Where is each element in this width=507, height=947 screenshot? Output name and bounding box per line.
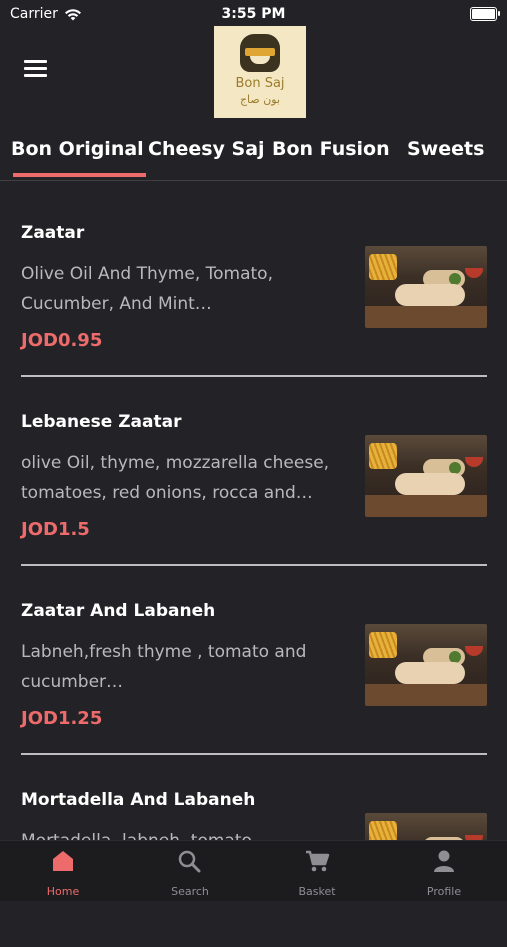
tab-home-label: Home <box>46 885 80 898</box>
divider <box>21 564 487 566</box>
item-photo <box>365 624 487 706</box>
item-description: Olive Oil And Thyme, Tomato, Cucumber, A… <box>21 264 273 314</box>
home-icon <box>53 851 73 871</box>
divider <box>21 753 487 755</box>
item-photo <box>365 246 487 328</box>
tab-profile-label: Profile <box>426 885 462 898</box>
clock: 3:55 PM <box>221 6 286 22</box>
menu-icon-bar <box>24 67 47 70</box>
basket-icon <box>306 850 330 872</box>
category-tabs: Bon Original Cheesy Saj Bon Fusion Sweet… <box>0 128 507 181</box>
menu-item[interactable]: Lebanese Zaatar olive Oil, thyme, mozzar… <box>0 379 507 569</box>
tab-search-label: Search <box>171 885 209 898</box>
tab-home[interactable]: Home <box>0 841 126 901</box>
menu-icon-bar <box>24 60 47 63</box>
tab-sweets[interactable]: Sweets <box>407 138 484 160</box>
tab-profile[interactable]: Profile <box>381 841 507 901</box>
status-bar: Carrier 3:55 PM <box>0 0 507 28</box>
tab-bon-original[interactable]: Bon Original <box>11 138 146 177</box>
menu-button[interactable] <box>24 60 47 80</box>
divider <box>21 375 487 377</box>
item-price: JOD1.5 <box>21 519 90 540</box>
item-price: JOD0.95 <box>21 330 103 351</box>
item-name: Zaatar And Labaneh <box>21 601 216 621</box>
menu-item[interactable]: Zaatar And Labaneh Labneh,fresh thyme , … <box>0 568 507 758</box>
brand-logo: Bon Saj بون صاج <box>214 26 306 118</box>
item-description: olive Oil, thyme, mozzarella cheese, tom… <box>21 453 330 503</box>
profile-icon <box>434 850 454 872</box>
logo-text-en: Bon Saj <box>235 76 285 91</box>
item-photo <box>365 435 487 517</box>
logo-band <box>245 48 275 56</box>
tab-search[interactable]: Search <box>127 841 253 901</box>
tab-basket-label: Basket <box>298 885 336 898</box>
logo-text-ar: بون صاج <box>239 93 281 106</box>
menu-item[interactable]: Zaatar Olive Oil And Thyme, Tomato, Cucu… <box>0 190 507 380</box>
item-name: Zaatar <box>21 223 85 243</box>
menu-icon-bar <box>24 74 47 77</box>
tab-basket[interactable]: Basket <box>254 841 380 901</box>
battery-icon <box>470 7 500 21</box>
search-icon <box>178 850 201 873</box>
item-price: JOD1.25 <box>21 708 103 729</box>
bottom-tab-bar: Home Search Basket Profile <box>0 840 507 901</box>
item-name: Lebanese Zaatar <box>21 412 182 432</box>
tab-bon-fusion[interactable]: Bon Fusion <box>272 138 390 160</box>
item-name: Mortadella And Labaneh <box>21 790 256 810</box>
item-description: Labneh,fresh thyme , tomato and cucumber… <box>21 642 307 692</box>
tab-cheesy-saj[interactable]: Cheesy Saj <box>148 138 265 160</box>
